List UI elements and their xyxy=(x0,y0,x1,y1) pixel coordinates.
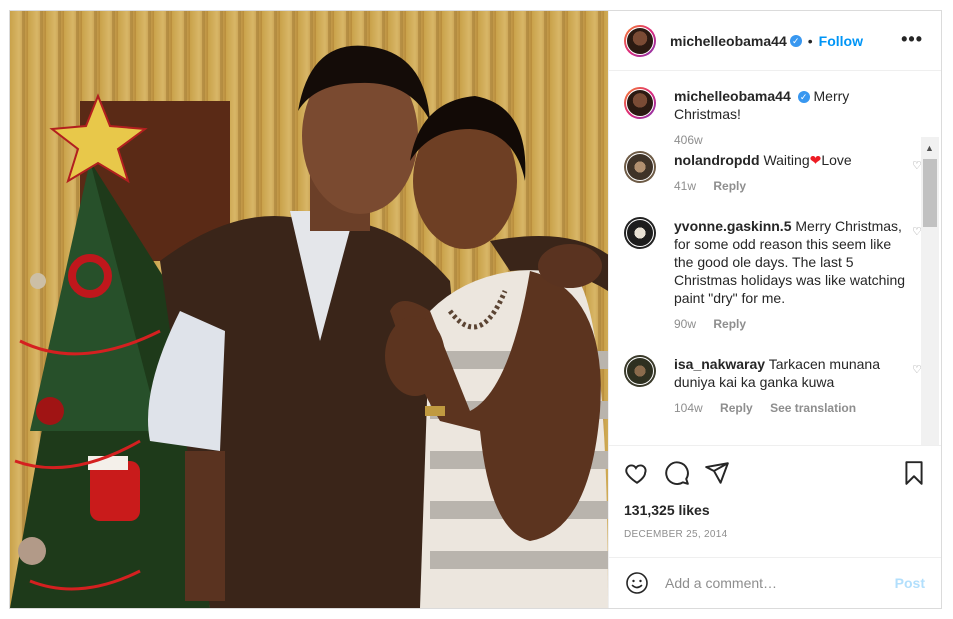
comment-meta: 104w Reply See translation xyxy=(674,399,914,417)
comment-text-part1: Waiting xyxy=(763,152,810,168)
author-username[interactable]: michelleobama44 xyxy=(670,33,787,49)
photo-image xyxy=(10,11,608,608)
more-options-icon[interactable]: ••• xyxy=(901,29,923,50)
heart-emoji-icon: ❤ xyxy=(809,152,822,168)
comment-time[interactable]: 41w xyxy=(674,179,696,193)
comment-body: yvonne.gaskinn.5 Merry Christmas, for so… xyxy=(674,217,914,333)
post-container: michelleobama44 ✓ • Follow ••• michelleo… xyxy=(9,10,942,609)
post-sidebar: michelleobama44 ✓ • Follow ••• michelleo… xyxy=(608,11,941,608)
post-date[interactable]: DECEMBER 25, 2014 xyxy=(624,529,727,540)
comments-scrollbar[interactable]: ▲ ▼ xyxy=(921,137,939,445)
comment-body: isa_nakwaray Tarkacen munana duniya kai … xyxy=(674,355,914,417)
comment-item: nolandropdd Waiting❤Love 41w Reply ♡ xyxy=(624,151,922,195)
comment-username[interactable]: isa_nakwaray xyxy=(674,356,765,372)
post-photo[interactable] xyxy=(10,11,608,608)
add-comment-bar: Post xyxy=(609,557,941,608)
caption-meta: 406w xyxy=(674,131,914,149)
comment-time[interactable]: 90w xyxy=(674,317,696,331)
heart-icon[interactable] xyxy=(624,460,650,486)
comment-meta: 90w Reply xyxy=(674,315,914,333)
separator-dot: • xyxy=(807,32,813,49)
comment-icon[interactable] xyxy=(664,460,690,486)
comments-list[interactable]: michelleobama44 ✓ Merry Christmas! 406w … xyxy=(609,71,941,445)
commenter-avatar[interactable] xyxy=(624,217,656,249)
post-comment-button[interactable]: Post xyxy=(895,575,925,591)
caption-username[interactable]: michelleobama44 xyxy=(674,88,791,104)
follow-button[interactable]: Follow xyxy=(819,33,863,49)
comment-username[interactable]: nolandropdd xyxy=(674,152,760,168)
reply-button[interactable]: Reply xyxy=(720,401,753,415)
comment-text-part2: Love xyxy=(821,152,852,168)
caption-body: michelleobama44 ✓ Merry Christmas! 406w xyxy=(674,87,914,149)
likes-count[interactable]: 131,325 likes xyxy=(624,502,710,518)
reply-button[interactable]: Reply xyxy=(713,179,746,193)
comment-input[interactable] xyxy=(663,574,877,592)
verified-badge-icon: ✓ xyxy=(789,34,802,47)
commenter-avatar[interactable] xyxy=(624,151,656,183)
caption-avatar[interactable] xyxy=(624,87,656,119)
action-bar xyxy=(609,445,941,505)
emoji-icon[interactable] xyxy=(625,571,649,595)
comment-time[interactable]: 104w xyxy=(674,401,703,415)
post-header: michelleobama44 ✓ • Follow ••• xyxy=(609,11,941,71)
caption-time[interactable]: 406w xyxy=(674,133,703,147)
share-icon[interactable] xyxy=(704,460,730,486)
comment-body: nolandropdd Waiting❤Love 41w Reply xyxy=(674,151,914,195)
verified-badge-icon: ✓ xyxy=(797,91,810,104)
bookmark-icon[interactable] xyxy=(901,460,927,486)
comment-username[interactable]: yvonne.gaskinn.5 xyxy=(674,218,791,234)
comment-item: isa_nakwaray Tarkacen munana duniya kai … xyxy=(624,355,922,417)
commenter-avatar[interactable] xyxy=(624,355,656,387)
see-translation-button[interactable]: See translation xyxy=(770,401,856,415)
caption-item: michelleobama44 ✓ Merry Christmas! 406w xyxy=(624,87,914,149)
reply-button[interactable]: Reply xyxy=(713,317,746,331)
scroll-up-icon[interactable]: ▲ xyxy=(925,143,934,153)
author-avatar[interactable] xyxy=(624,24,656,57)
header-text: michelleobama44 ✓ • Follow xyxy=(670,33,863,49)
scroll-thumb[interactable] xyxy=(923,159,937,227)
comment-meta: 41w Reply xyxy=(674,177,914,195)
comment-item: yvonne.gaskinn.5 Merry Christmas, for so… xyxy=(624,217,922,333)
